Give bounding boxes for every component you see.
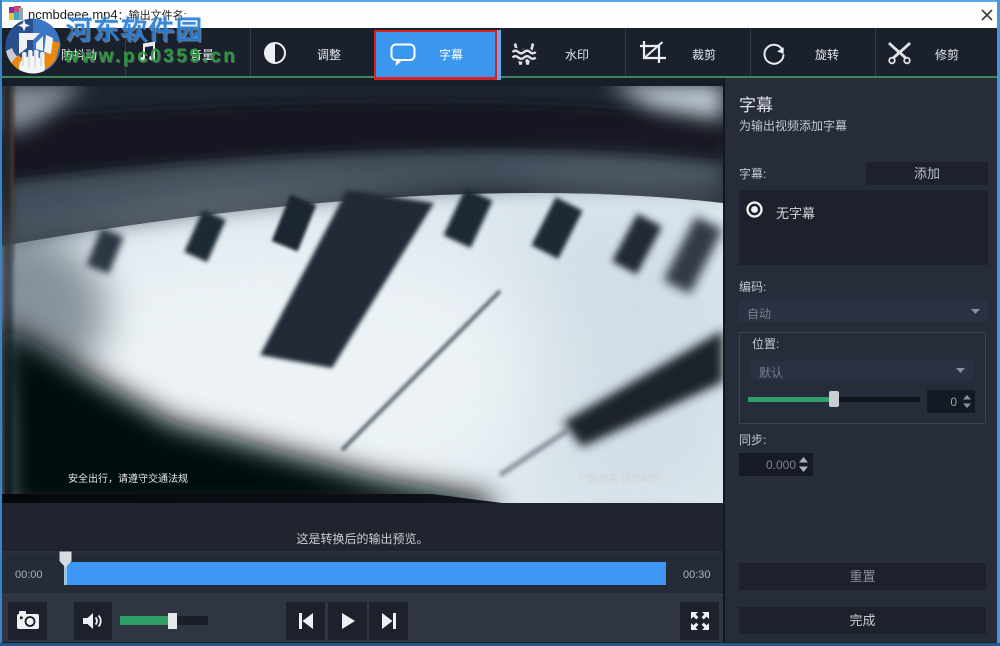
svg-text:广告创意 请勿模仿: 广告创意 请勿模仿	[578, 472, 661, 485]
svg-text:安全出行，请遵守交通法规: 安全出行，请遵守交通法规	[68, 472, 188, 485]
